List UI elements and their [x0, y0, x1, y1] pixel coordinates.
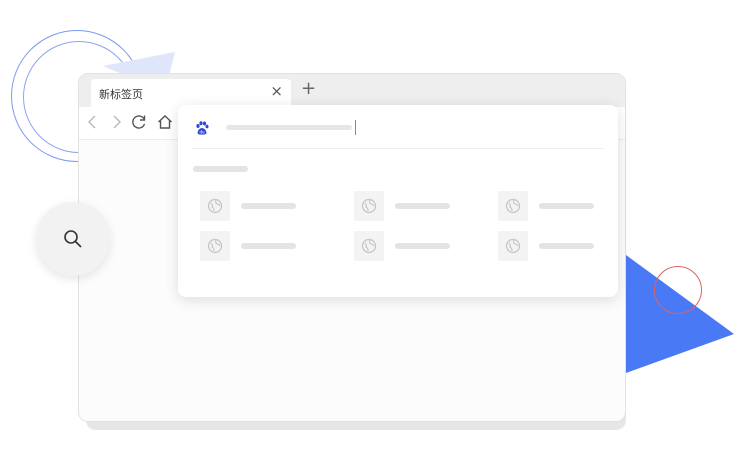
- new-tab-icon[interactable]: +: [301, 78, 316, 100]
- chevron-left-icon[interactable]: [84, 113, 102, 131]
- tile-label-placeholder: [539, 203, 594, 209]
- text-caret: [355, 120, 356, 135]
- reload-icon[interactable]: [130, 113, 148, 131]
- globe-icon: [200, 231, 230, 261]
- home-icon[interactable]: [156, 113, 174, 131]
- baidu-paw-icon: du: [196, 121, 209, 135]
- tile-label-placeholder: [395, 243, 450, 249]
- quick-link-tile[interactable]: [200, 191, 304, 223]
- chevron-right-icon[interactable]: [107, 113, 125, 131]
- address-suggestion-panel: du: [178, 105, 618, 297]
- tile-label-placeholder: [241, 243, 296, 249]
- quick-link-tile[interactable]: [200, 231, 304, 263]
- globe-icon: [200, 191, 230, 221]
- tile-label-placeholder: [539, 243, 594, 249]
- quick-link-tile[interactable]: [354, 231, 458, 263]
- search-icon: [64, 230, 82, 248]
- quick-link-tile[interactable]: [498, 231, 602, 263]
- quick-link-tile[interactable]: [498, 191, 602, 223]
- tile-label-placeholder: [395, 203, 450, 209]
- address-input-placeholder[interactable]: [226, 125, 352, 130]
- tab-close-icon[interactable]: ×: [270, 82, 283, 100]
- svg-text:du: du: [199, 130, 205, 135]
- globe-icon: [354, 191, 384, 221]
- decorative-circle-red: [654, 266, 702, 314]
- quick-link-tile[interactable]: [354, 191, 458, 223]
- tile-label-placeholder: [241, 203, 296, 209]
- globe-icon: [498, 191, 528, 221]
- tab-title: 新标签页: [99, 88, 143, 101]
- search-button[interactable]: [36, 202, 110, 276]
- tab-bar: 新标签页 × +: [79, 74, 625, 107]
- tab-new-tab[interactable]: 新标签页 ×: [91, 79, 291, 107]
- section-heading-placeholder: [193, 166, 248, 172]
- panel-divider: [192, 148, 604, 149]
- globe-icon: [498, 231, 528, 261]
- globe-icon: [354, 231, 384, 261]
